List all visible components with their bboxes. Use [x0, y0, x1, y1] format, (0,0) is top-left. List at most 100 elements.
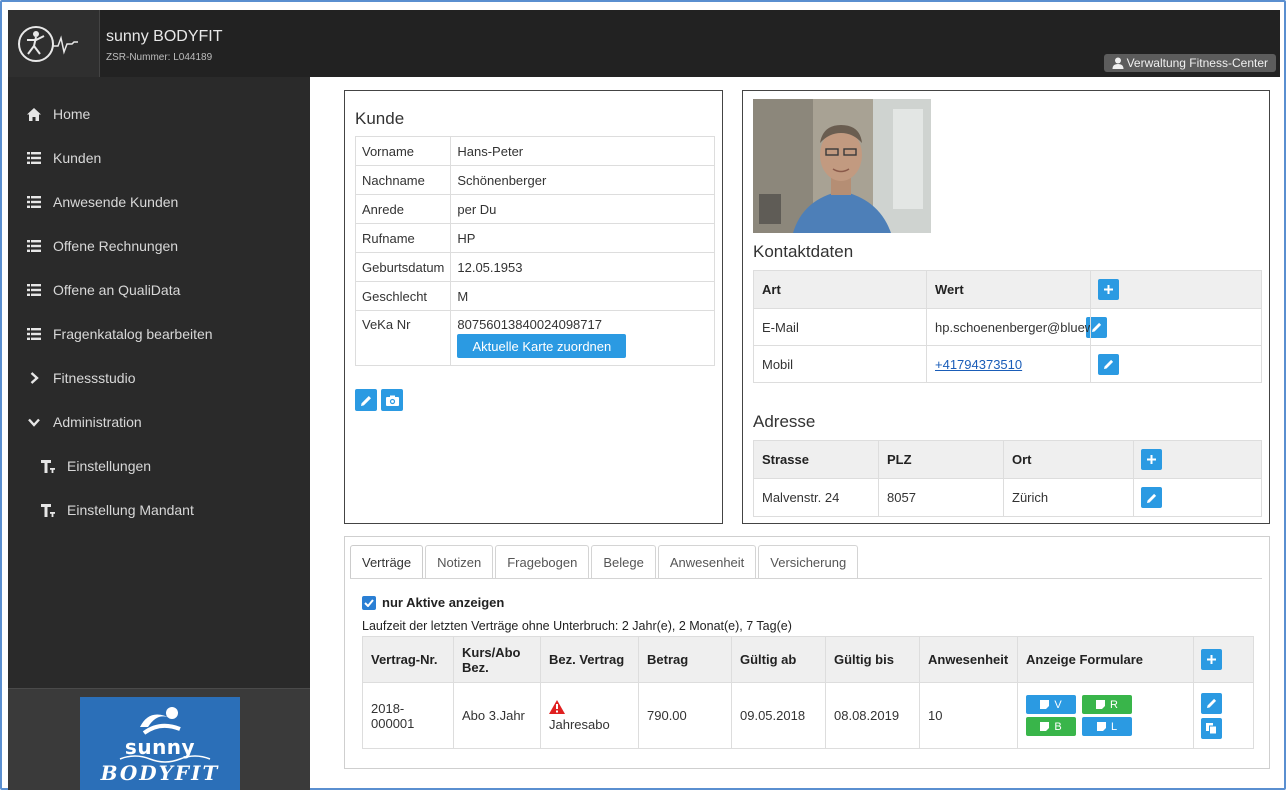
column-header: Gültig ab: [731, 636, 826, 683]
kontakt-title: Kontaktdaten: [753, 242, 854, 261]
form-button-label: R: [1110, 698, 1118, 711]
logo-bodyfit-text: BODYFIT: [100, 761, 220, 785]
plus-icon: [1104, 285, 1113, 294]
add-address-cell: [1133, 440, 1262, 479]
sidebar-item-einstellung-mandant[interactable]: Einstellung Mandant: [8, 488, 310, 532]
table-header-row: Art Wert: [753, 270, 1262, 309]
user-menu-label: Verwaltung Fitness-Center: [1126, 56, 1268, 70]
assign-card-button[interactable]: Aktuelle Karte zuordnen: [457, 334, 627, 358]
field-value-geburtsdatum: 12.05.1953: [450, 252, 715, 282]
user-icon: [1112, 57, 1124, 69]
contract-betrag: 790.00: [638, 682, 732, 749]
add-contact-button[interactable]: [1098, 279, 1119, 300]
column-header: Ort: [1003, 440, 1134, 479]
user-menu-button[interactable]: Verwaltung Fitness-Center: [1103, 54, 1276, 72]
only-active-toggle[interactable]: nur Aktive anzeigen: [362, 595, 504, 610]
field-value-anrede: per Du: [450, 194, 715, 224]
table-row: VeKa Nr 80756013840024098717 Aktuelle Ka…: [354, 310, 715, 366]
tab-notizen[interactable]: Notizen: [425, 545, 494, 579]
tab-vertraege[interactable]: Verträge: [350, 545, 424, 579]
list-icon: [27, 328, 41, 340]
tab-versicherung[interactable]: Versicherung: [758, 545, 859, 579]
add-contract-cell: [1193, 636, 1254, 683]
address-plz: 8057: [878, 478, 1004, 517]
add-address-button[interactable]: [1141, 449, 1162, 470]
chevron-down-icon: [27, 418, 41, 427]
sidebar-item-kunden[interactable]: Kunden: [8, 136, 310, 180]
sidebar-item-label: Offene Rechnungen: [53, 238, 179, 254]
sidebar-item-fragenkatalog[interactable]: Fragenkatalog bearbeiten: [8, 312, 310, 356]
copy-contract-button[interactable]: [1201, 717, 1222, 739]
note-icon: [1096, 722, 1106, 731]
contract-anwesenheit: 10: [919, 682, 1018, 749]
tab-anwesenheit[interactable]: Anwesenheit: [657, 545, 757, 579]
take-photo-button[interactable]: [381, 389, 403, 411]
only-active-checkbox[interactable]: [362, 595, 376, 610]
tab-belege[interactable]: Belege: [591, 545, 656, 579]
table-row: Geburtsdatum 12.05.1953: [354, 252, 715, 282]
sidebar-item-label: Offene an QualiData: [53, 282, 181, 298]
add-contact-cell: [1090, 270, 1262, 309]
sidebar-item-label: Administration: [53, 414, 142, 430]
field-label: Geschlecht: [354, 281, 452, 311]
column-header: Kurs/Abo Bez.: [453, 636, 541, 683]
note-icon: [1040, 700, 1050, 709]
table-header-row: Strasse PLZ Ort: [753, 440, 1262, 479]
column-header: Wert: [926, 270, 1091, 309]
sidebar-item-offene-qualidata[interactable]: Offene an QualiData: [8, 268, 310, 312]
sidebar-footer: sunny BODYFIT: [8, 688, 310, 790]
form-buttons-cell: V R B L: [1017, 682, 1194, 749]
field-label: Rufname: [354, 223, 452, 253]
table-row: Nachname Schönenberger: [354, 165, 715, 195]
veka-cell: 80756013840024098717 Aktuelle Karte zuor…: [450, 310, 715, 366]
sidebar: Home Kunden Anwesende Kunden Offene Rech…: [8, 77, 310, 790]
form-v-button[interactable]: V: [1026, 695, 1076, 714]
form-button-label: V: [1054, 698, 1062, 711]
edit-phone-button[interactable]: [1098, 353, 1119, 375]
tab-fragebogen[interactable]: Fragebogen: [495, 545, 590, 579]
field-label: Nachname: [354, 165, 452, 195]
note-icon: [1096, 700, 1106, 709]
table-row: Mobil +41794373510: [753, 345, 1262, 383]
logo-sunny-text: sunny: [124, 735, 196, 759]
edit-kunde-button[interactable]: [355, 389, 377, 411]
contact-type: Mobil: [753, 345, 927, 383]
sidebar-item-label: Fitnessstudio: [53, 370, 136, 386]
sidebar-item-offene-rechnungen[interactable]: Offene Rechnungen: [8, 224, 310, 268]
edit-address-button[interactable]: [1141, 487, 1162, 508]
add-contract-button[interactable]: [1201, 649, 1222, 670]
table-header-row: Vertrag-Nr. Kurs/Abo Bez. Bez. Vertrag B…: [362, 636, 1254, 683]
sidebar-item-administration[interactable]: Administration: [8, 400, 310, 444]
home-icon: [27, 107, 41, 121]
contract-bez-cell: Jahresabo: [540, 682, 639, 749]
note-icon: [1040, 722, 1050, 731]
edit-contract-button[interactable]: [1201, 692, 1222, 714]
sidebar-item-einstellungen[interactable]: Einstellungen: [8, 444, 310, 488]
list-icon: [27, 240, 41, 252]
phone-link[interactable]: +41794373510: [935, 357, 1022, 372]
contract-gueltig-ab: 09.05.2018: [731, 682, 826, 749]
pencil-icon: [360, 395, 371, 406]
form-l-button[interactable]: L: [1082, 717, 1132, 736]
address-street: Malvenstr. 24: [753, 478, 879, 517]
table-row: Geschlecht M: [354, 281, 715, 311]
column-header: Vertrag-Nr.: [362, 636, 454, 683]
sidebar-item-fitnessstudio[interactable]: Fitnessstudio: [8, 356, 310, 400]
sidebar-item-home[interactable]: Home: [8, 92, 310, 136]
contact-value-email: hp.schoenenberger@bluewin: [926, 308, 1091, 346]
form-b-button[interactable]: B: [1026, 717, 1076, 736]
pencil-icon: [1206, 698, 1216, 708]
contact-value-phone[interactable]: +41794373510: [926, 345, 1091, 383]
app-name: sunny BODYFIT: [106, 28, 223, 45]
list-icon: [27, 284, 41, 296]
sunny-bodyfit-logo: sunny BODYFIT: [80, 697, 240, 790]
sidebar-item-label: Einstellungen: [67, 458, 152, 474]
sidebar-item-anwesende-kunden[interactable]: Anwesende Kunden: [8, 180, 310, 224]
kunde-panel: Kunde Vorname Hans-Peter Nachname Schönenb…: [344, 90, 723, 524]
kunde-title: Kunde: [355, 109, 405, 128]
app-logo[interactable]: [8, 10, 100, 77]
sidebar-item-label: Home: [53, 106, 91, 122]
form-r-button[interactable]: R: [1082, 695, 1132, 714]
plus-icon: [1147, 455, 1156, 464]
kontakt-panel: Kontaktdaten Art Wert E-Mail hp.schoenen…: [742, 90, 1270, 524]
